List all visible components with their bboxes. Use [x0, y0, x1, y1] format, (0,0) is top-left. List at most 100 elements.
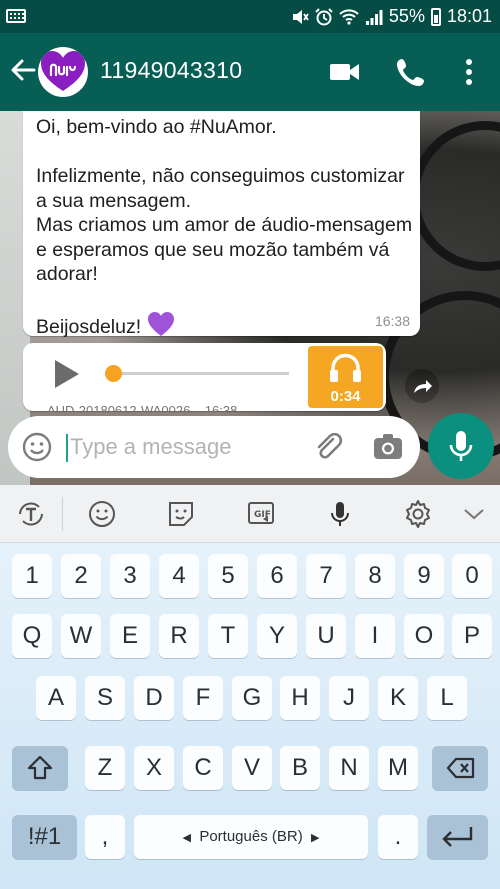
- audio-thumbnail: 0:34: [308, 346, 383, 408]
- shift-key[interactable]: [12, 746, 68, 790]
- back-arrow-icon[interactable]: [8, 55, 38, 85]
- audio-progress-track[interactable]: [111, 372, 289, 375]
- message-time: 16:38: [374, 313, 410, 329]
- key-0[interactable]: 0: [452, 554, 492, 598]
- key-1[interactable]: 1: [12, 554, 52, 598]
- audio-seek-handle[interactable]: [105, 365, 122, 382]
- emoji-keyboard-icon[interactable]: [87, 499, 117, 529]
- chat-area: Oi, bem-vindo ao #NuAmor. Infelizmente, …: [0, 111, 500, 485]
- attach-icon[interactable]: [313, 431, 345, 463]
- key-z[interactable]: Z: [85, 746, 125, 790]
- audio-duration: 0:34: [330, 388, 361, 405]
- key-7[interactable]: 7: [306, 554, 346, 598]
- signal-icon: [365, 9, 383, 25]
- key-5[interactable]: 5: [208, 554, 248, 598]
- audio-file-name: AUD-20180612-WA0026: [47, 403, 191, 411]
- status-bar: 55% 18:01: [0, 0, 500, 33]
- voice-call-icon[interactable]: [394, 55, 428, 89]
- key-o[interactable]: O: [404, 614, 444, 658]
- backspace-key[interactable]: [432, 746, 488, 790]
- key-j[interactable]: J: [329, 676, 369, 720]
- text-caret: [66, 434, 68, 462]
- key-g[interactable]: G: [232, 676, 272, 720]
- key-4[interactable]: 4: [159, 554, 199, 598]
- battery-percent: 55%: [388, 6, 425, 26]
- emoji-icon[interactable]: [22, 432, 52, 462]
- keyboard-notification-icon: [6, 9, 26, 23]
- toolbar-divider: [62, 497, 63, 531]
- key-h[interactable]: H: [280, 676, 320, 720]
- keyboard-toolbar: GIF: [0, 485, 500, 543]
- wallpaper-wheel: [410, 121, 500, 271]
- comma-key[interactable]: ,: [85, 815, 125, 859]
- key-l[interactable]: L: [427, 676, 467, 720]
- microphone-icon: [449, 431, 473, 461]
- space-left-arrow-icon: ◀: [182, 832, 191, 844]
- settings-gear-icon[interactable]: [403, 499, 433, 529]
- message-input[interactable]: Type a message: [70, 434, 231, 460]
- key-8[interactable]: 8: [355, 554, 395, 598]
- key-n[interactable]: N: [329, 746, 369, 790]
- chat-header: 11949043310: [0, 33, 500, 111]
- text-transform-icon[interactable]: [16, 499, 46, 529]
- key-9[interactable]: 9: [404, 554, 444, 598]
- shift-arrow-icon: [27, 755, 53, 780]
- key-c[interactable]: C: [183, 746, 223, 790]
- incoming-message-bubble[interactable]: Oi, bem-vindo ao #NuAmor. Infelizmente, …: [23, 111, 420, 338]
- purple-heart-icon: [147, 312, 174, 336]
- forward-button[interactable]: [405, 369, 439, 403]
- keyboard: 1 2 3 4 5 6 7 8 9 0 Q W E R T Y U I O P …: [0, 543, 500, 889]
- key-a[interactable]: A: [36, 676, 76, 720]
- enter-key[interactable]: [427, 815, 488, 859]
- play-icon[interactable]: [55, 360, 79, 388]
- gif-icon[interactable]: GIF: [246, 499, 276, 529]
- key-2[interactable]: 2: [61, 554, 101, 598]
- video-call-icon[interactable]: [328, 55, 362, 89]
- enter-icon: [442, 827, 473, 847]
- key-u[interactable]: U: [306, 614, 346, 658]
- key-p[interactable]: P: [452, 614, 492, 658]
- camera-icon[interactable]: [373, 432, 403, 462]
- key-v[interactable]: V: [232, 746, 272, 790]
- key-t[interactable]: T: [208, 614, 248, 658]
- sticker-icon[interactable]: [166, 499, 196, 529]
- message-text: Oi, bem-vindo ao #NuAmor. Infelizmente, …: [36, 115, 416, 340]
- space-bar-language: Português (BR): [199, 828, 303, 845]
- voice-input-icon[interactable]: [325, 499, 355, 529]
- key-s[interactable]: S: [85, 676, 125, 720]
- key-6[interactable]: 6: [257, 554, 297, 598]
- forward-arrow-icon: [414, 380, 432, 393]
- key-e[interactable]: E: [110, 614, 150, 658]
- clock: 18:01: [446, 6, 492, 26]
- key-3[interactable]: 3: [110, 554, 150, 598]
- contact-avatar[interactable]: [38, 47, 88, 97]
- backspace-icon: [446, 757, 475, 779]
- message-composer[interactable]: Type a message: [8, 416, 420, 478]
- key-f[interactable]: F: [183, 676, 223, 720]
- key-m[interactable]: M: [378, 746, 418, 790]
- contact-name[interactable]: 11949043310: [100, 57, 242, 84]
- headphones-icon: [330, 353, 361, 382]
- key-r[interactable]: R: [159, 614, 199, 658]
- audio-time: 16:38: [204, 403, 238, 411]
- message-body: Oi, bem-vindo ao #NuAmor. Infelizmente, …: [36, 116, 413, 338]
- audio-file-label: AUD-20180612-WA0026 16:38: [47, 403, 237, 411]
- audio-message-bubble[interactable]: 0:34 AUD-20180612-WA0026 16:38: [23, 343, 386, 411]
- wifi-icon: [339, 8, 359, 25]
- period-key[interactable]: .: [378, 815, 418, 859]
- key-x[interactable]: X: [134, 746, 174, 790]
- key-y[interactable]: Y: [257, 614, 297, 658]
- chevron-down-icon[interactable]: [459, 499, 489, 529]
- key-q[interactable]: Q: [12, 614, 52, 658]
- space-right-arrow-icon: ▶: [311, 832, 320, 844]
- key-i[interactable]: I: [355, 614, 395, 658]
- key-d[interactable]: D: [134, 676, 174, 720]
- symbols-key[interactable]: !#1: [12, 815, 77, 859]
- space-bar[interactable]: ◀ Português (BR) ▶: [134, 815, 368, 859]
- key-k[interactable]: K: [378, 676, 418, 720]
- voice-record-button[interactable]: [428, 413, 494, 479]
- key-w[interactable]: W: [61, 614, 101, 658]
- key-b[interactable]: B: [280, 746, 320, 790]
- battery-icon: [430, 7, 441, 26]
- more-options-icon[interactable]: [452, 55, 486, 89]
